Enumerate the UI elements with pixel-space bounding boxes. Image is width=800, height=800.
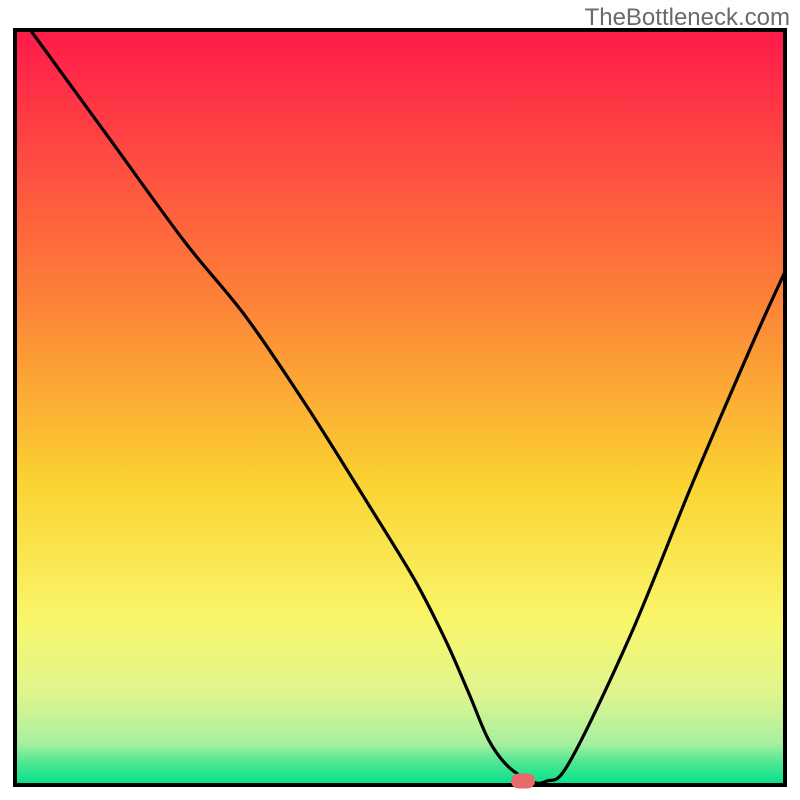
bottleneck-chart: TheBottleneck.com — [0, 0, 800, 800]
optimal-point-marker — [511, 774, 535, 789]
watermark-label: TheBottleneck.com — [585, 4, 790, 32]
plot-background — [15, 30, 785, 785]
chart-svg — [0, 0, 800, 800]
